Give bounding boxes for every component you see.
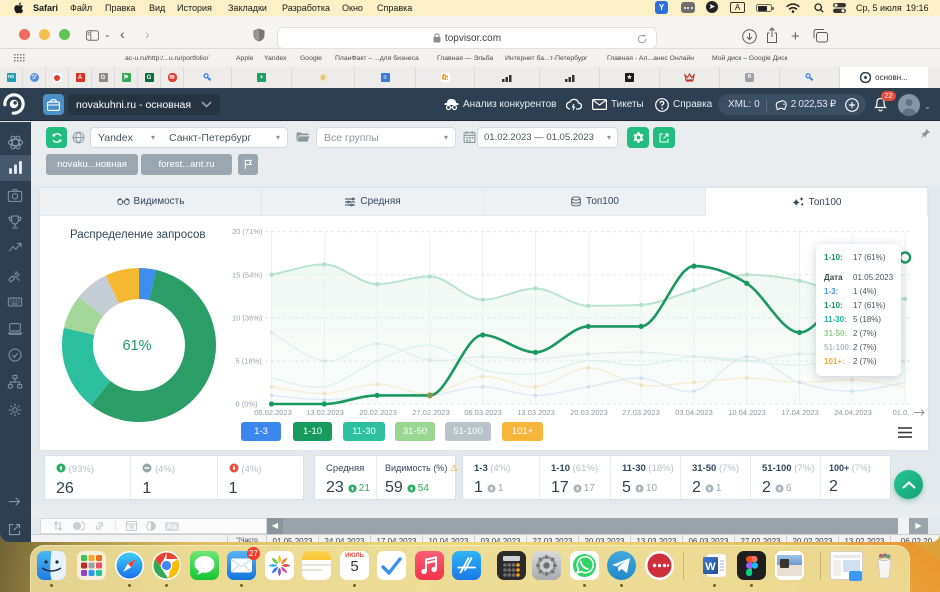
- svg-text:20 (71%): 20 (71%): [232, 227, 263, 236]
- svg-text:13.02.2023: 13.02.2023: [306, 408, 344, 417]
- svg-text:27.02.2023: 27.02.2023: [412, 408, 450, 417]
- svg-text:20.03.2023: 20.03.2023: [570, 408, 608, 417]
- svg-text:W: W: [705, 561, 716, 573]
- svg-text:01.0...: 01.0...: [893, 408, 914, 417]
- svg-text:06.02.2023: 06.02.2023: [254, 408, 292, 417]
- svg-text:15 (54%): 15 (54%): [232, 270, 263, 279]
- svg-text:10 (36%): 10 (36%): [232, 313, 263, 322]
- svg-text:17.04.2023: 17.04.2023: [781, 408, 819, 417]
- svg-text:20.02.2023: 20.02.2023: [359, 408, 397, 417]
- svg-text:13.03.2023: 13.03.2023: [517, 408, 555, 417]
- svg-text:5 (18%): 5 (18%): [236, 357, 263, 366]
- svg-text:24.04.2023: 24.04.2023: [834, 408, 872, 417]
- svg-text:10.04.2023: 10.04.2023: [728, 408, 766, 417]
- svg-text:06.03.2023: 06.03.2023: [464, 408, 502, 417]
- svg-text:27.03.2023: 27.03.2023: [622, 408, 660, 417]
- svg-text:03.04.2023: 03.04.2023: [675, 408, 713, 417]
